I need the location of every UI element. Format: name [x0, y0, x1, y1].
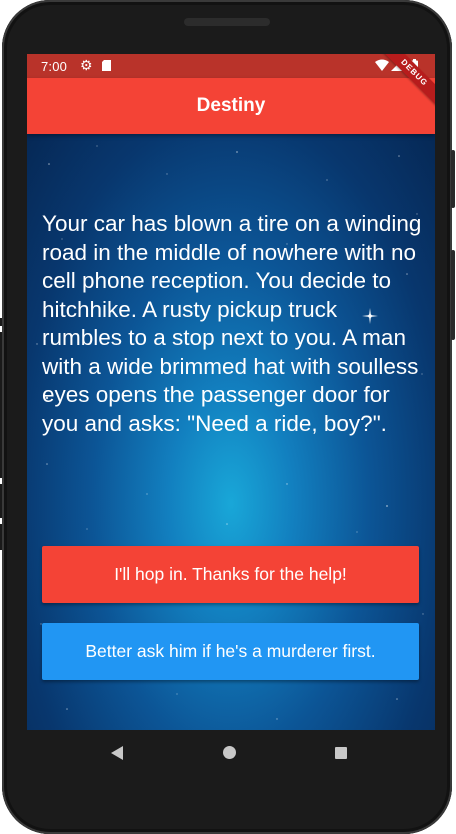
story-background: Your car has blown a tire on a winding r… [27, 134, 435, 730]
wifi-icon [375, 59, 389, 71]
power-button [451, 250, 455, 340]
screen: 7:00 ⚙ DEBUG Destiny Your car has blown … [27, 54, 435, 730]
volume-button [451, 150, 455, 208]
status-bar: 7:00 ⚙ [27, 54, 435, 78]
phone-frame: 7:00 ⚙ DEBUG Destiny Your car has blown … [2, 0, 455, 834]
sd-card-icon [102, 60, 111, 71]
earpiece [184, 18, 270, 26]
choice-1-button[interactable]: I'll hop in. Thanks for the help! [42, 546, 419, 603]
navigation-bar [25, 730, 433, 776]
back-icon[interactable] [111, 746, 123, 760]
app-title: Destiny [196, 95, 266, 116]
home-icon[interactable] [223, 746, 236, 759]
status-time: 7:00 [41, 59, 68, 74]
recents-icon[interactable] [335, 747, 347, 759]
choice-2-button[interactable]: Better ask him if he's a murderer first. [42, 623, 419, 680]
gear-icon: ⚙ [80, 57, 93, 73]
story-text: Your car has blown a tire on a winding r… [42, 211, 422, 436]
app-bar: Destiny [27, 78, 435, 134]
